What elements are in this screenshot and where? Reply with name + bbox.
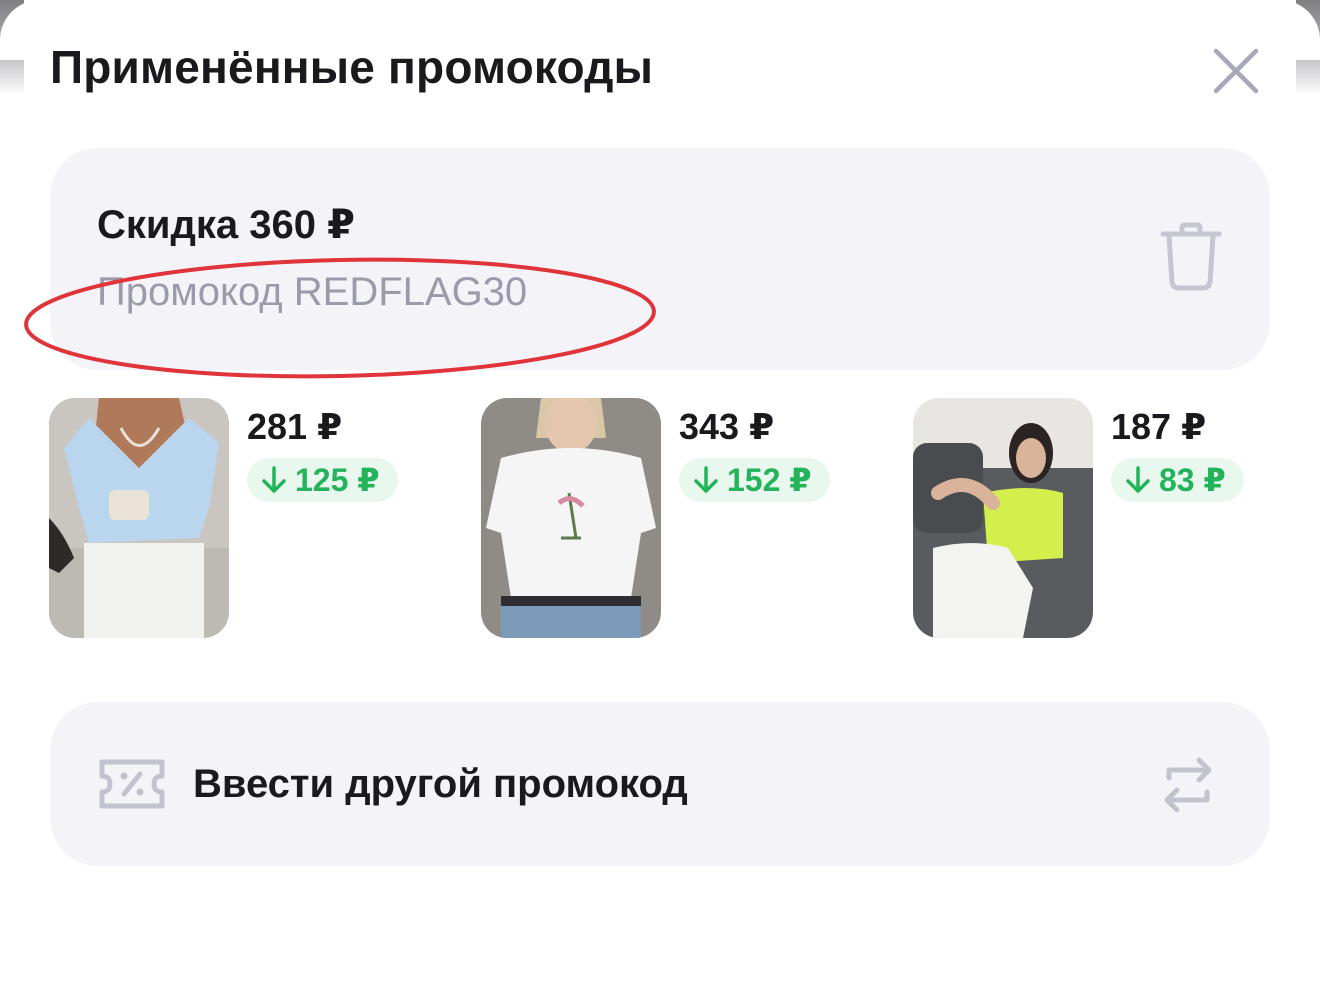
enter-other-promo-button[interactable]: Ввести другой промокод bbox=[50, 702, 1270, 866]
sheet-edge bbox=[1280, 0, 1320, 95]
applied-promo-card: Скидка 360 ₽ Промокод REDFLAG30 bbox=[50, 148, 1270, 370]
price-drop-badge: 152 ₽ bbox=[679, 458, 830, 502]
delete-promo-button[interactable] bbox=[1158, 222, 1224, 294]
arrow-down-icon bbox=[262, 466, 286, 493]
arrow-down-icon bbox=[1126, 466, 1150, 493]
product-image[interactable] bbox=[913, 398, 1093, 638]
close-icon bbox=[1213, 48, 1259, 94]
coupon-icon bbox=[99, 759, 165, 809]
product-price: 187 ₽ bbox=[1111, 406, 1207, 447]
price-drop-value: 83 ₽ bbox=[1159, 462, 1226, 498]
price-drop-badge: 125 ₽ bbox=[247, 458, 398, 502]
enter-other-promo-label: Ввести другой промокод bbox=[193, 762, 688, 806]
close-button[interactable] bbox=[1205, 40, 1267, 102]
swap-icon bbox=[1164, 757, 1212, 813]
promo-code-label: Промокод REDFLAG30 bbox=[97, 270, 528, 314]
sheet-edge bbox=[0, 0, 40, 95]
price-drop-badge: 83 ₽ bbox=[1111, 458, 1244, 502]
product-item[interactable]: 343 ₽ 152 ₽ bbox=[481, 398, 861, 640]
trash-icon bbox=[1160, 222, 1222, 291]
price-drop-value: 152 ₽ bbox=[727, 462, 812, 498]
product-price: 343 ₽ bbox=[679, 406, 775, 447]
price-drop-value: 125 ₽ bbox=[295, 462, 380, 498]
discount-amount: Скидка 360 ₽ bbox=[97, 203, 355, 247]
product-image[interactable] bbox=[481, 398, 661, 638]
page-title: Применённые промокоды bbox=[50, 41, 654, 93]
product-image[interactable] bbox=[49, 398, 229, 638]
product-item[interactable]: 187 ₽ 83 ₽ bbox=[913, 398, 1293, 640]
product-price: 281 ₽ bbox=[247, 406, 343, 447]
product-item[interactable]: 281 ₽ 125 ₽ bbox=[49, 398, 429, 640]
arrow-down-icon bbox=[694, 466, 718, 493]
